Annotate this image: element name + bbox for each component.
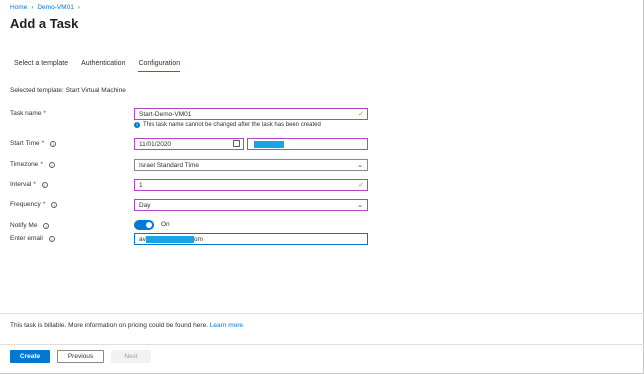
tab-select-template[interactable]: Select a template xyxy=(14,60,68,72)
tab-configuration[interactable]: Configuration xyxy=(138,60,181,72)
timezone-select[interactable]: Israel Standard Time ⌄ xyxy=(134,159,368,171)
breadcrumb-home[interactable]: Home xyxy=(10,4,27,11)
required-marker: * xyxy=(40,161,43,168)
info-icon[interactable]: i xyxy=(48,235,55,242)
calendar-icon[interactable] xyxy=(233,140,240,147)
redacted-time xyxy=(254,140,284,148)
button-bar-divider xyxy=(0,344,644,345)
start-time-input[interactable] xyxy=(247,138,368,150)
info-icon[interactable]: i xyxy=(48,161,55,168)
footer-divider xyxy=(0,313,644,314)
required-marker: * xyxy=(41,140,45,147)
breadcrumb-vm[interactable]: Demo-VM01 xyxy=(37,4,73,11)
chevron-down-icon: ⌄ xyxy=(357,202,363,209)
info-icon[interactable]: i xyxy=(50,140,57,147)
info-icon: i xyxy=(134,122,140,128)
frequency-row: Frequency * i Day ⌄ xyxy=(10,199,370,212)
tab-bar: Select a template Authentication Configu… xyxy=(14,60,181,72)
frequency-label: Frequency * i xyxy=(10,201,58,208)
notify-me-toggle[interactable] xyxy=(134,220,154,230)
email-label: Enter email i xyxy=(10,235,55,242)
previous-button[interactable]: Previous xyxy=(57,350,104,363)
chevron-down-icon: ⌄ xyxy=(357,162,363,169)
chevron-right-icon: › xyxy=(77,4,80,11)
create-button[interactable]: Create xyxy=(10,350,50,363)
next-button[interactable]: Next xyxy=(111,350,151,363)
notify-me-state: On xyxy=(161,221,170,228)
info-icon[interactable]: i xyxy=(41,181,48,188)
start-time-row: Start Time * i 11/01/2020 xyxy=(10,138,370,151)
required-marker: * xyxy=(42,201,46,208)
required-marker: * xyxy=(43,110,46,117)
checkmark-icon: ✓ xyxy=(358,182,364,189)
email-field[interactable]: av om xyxy=(134,233,368,245)
interval-label: Interval * i xyxy=(10,181,48,188)
notify-me-label: Notify Me i xyxy=(10,222,50,229)
learn-more-link[interactable]: Learn more xyxy=(210,322,243,329)
email-row: Enter email i av om xyxy=(10,233,370,246)
required-marker: * xyxy=(33,181,36,188)
info-icon[interactable]: i xyxy=(43,222,50,229)
start-date-input[interactable]: 11/01/2020 xyxy=(134,138,244,150)
task-name-label: Task name * xyxy=(10,110,46,117)
info-icon[interactable]: i xyxy=(51,201,58,208)
redacted-email xyxy=(145,235,194,243)
billing-note: This task is billable. More information … xyxy=(10,322,244,329)
interval-row: Interval * i 1 ✓ xyxy=(10,179,370,192)
breadcrumb: Home › Demo-VM01 › xyxy=(10,4,80,11)
page-title: Add a Task xyxy=(10,16,79,31)
start-time-label: Start Time * i xyxy=(10,140,57,147)
timezone-label: Timezone * i xyxy=(10,161,55,168)
selected-template-text: Selected template: Start Virtual Machine xyxy=(10,87,126,94)
frequency-select[interactable]: Day ⌄ xyxy=(134,199,368,211)
task-name-hint: i This task name cannot be changed after… xyxy=(134,122,321,128)
interval-input[interactable]: 1 ✓ xyxy=(134,179,368,191)
notify-me-row: Notify Me i On xyxy=(10,220,370,233)
timezone-row: Timezone * i Israel Standard Time ⌄ xyxy=(10,159,370,172)
tab-authentication[interactable]: Authentication xyxy=(81,60,125,72)
task-name-input[interactable]: Start-Demo-VM01 ✓ xyxy=(134,108,368,120)
checkmark-icon: ✓ xyxy=(358,111,364,118)
chevron-right-icon: › xyxy=(31,4,34,11)
task-name-row: Task name * Start-Demo-VM01 ✓ xyxy=(10,108,370,121)
